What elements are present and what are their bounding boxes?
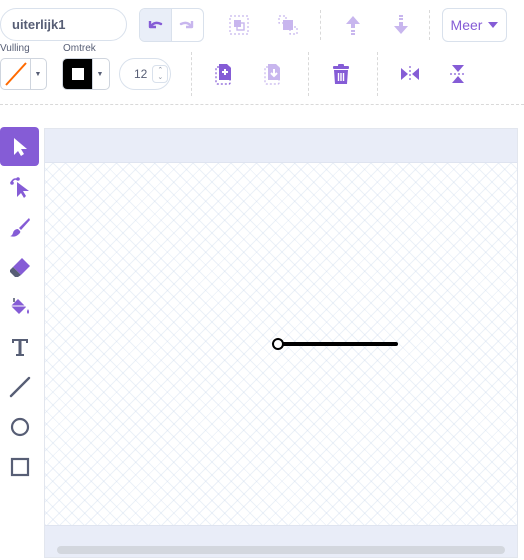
rectangle-icon (10, 457, 29, 476)
stroke-color-picker[interactable]: ▼ (62, 58, 110, 90)
backward-icon (394, 15, 408, 34)
fill-label: Vulling (0, 43, 30, 54)
reshape-icon (9, 176, 29, 198)
delete-button[interactable] (328, 61, 354, 87)
no-fill-icon (4, 62, 27, 86)
trash-icon (333, 64, 349, 84)
more-button[interactable]: Meer (442, 8, 507, 42)
stroke-width-value: 12 (134, 67, 148, 81)
forward-button[interactable] (340, 12, 366, 38)
tool-text[interactable] (0, 327, 39, 366)
undo-button[interactable] (140, 9, 172, 41)
copy-button[interactable] (211, 61, 237, 87)
redo-button[interactable] (172, 9, 203, 41)
undo-redo-group (139, 8, 204, 42)
group-icon (229, 15, 249, 35)
tool-reshape[interactable] (0, 167, 39, 206)
flip-horizontal-button[interactable] (397, 61, 423, 87)
stroke-swatch[interactable] (63, 59, 93, 89)
line-icon (9, 376, 30, 397)
tool-eraser[interactable] (0, 247, 39, 286)
text-icon (11, 338, 28, 356)
chevron-down-icon (488, 22, 499, 28)
stroke-label: Omtrek (63, 43, 96, 54)
copy-icon (215, 64, 231, 85)
canvas-drawing-area[interactable] (45, 163, 518, 525)
select-arrow-icon (13, 137, 27, 156)
fill-swatch[interactable] (1, 59, 31, 89)
toolbar-divider (320, 10, 321, 40)
costume-name-input[interactable]: uiterlijk1 (0, 8, 127, 41)
toolbar-separator (0, 104, 524, 105)
toolbar-divider (191, 52, 192, 96)
redo-icon (180, 21, 194, 29)
paint-canvas[interactable] (44, 128, 518, 558)
brush-icon (9, 217, 30, 237)
tool-select[interactable] (0, 127, 39, 166)
drawn-line-shape[interactable] (45, 163, 518, 525)
toolbar-divider (429, 10, 430, 40)
ungroup-icon (278, 15, 298, 35)
circle-icon (10, 417, 29, 436)
flip-vertical-icon (450, 65, 466, 83)
stroke-width-input[interactable]: 12 ⌃ ⌄ (119, 58, 171, 90)
canvas-top-margin (45, 129, 517, 163)
toolbar-divider (308, 52, 309, 96)
flip-horizontal-icon (401, 66, 419, 82)
fill-color-picker[interactable]: ▼ (0, 58, 47, 90)
tool-fill[interactable] (0, 287, 39, 326)
stroke-width-stepper[interactable]: ⌃ ⌄ (152, 65, 169, 83)
paste-button[interactable] (260, 61, 286, 87)
paste-icon (264, 64, 280, 85)
ungroup-button[interactable] (275, 12, 301, 38)
tool-line[interactable] (0, 367, 39, 406)
line-endpoint-handle[interactable] (272, 338, 284, 350)
tool-rectangle[interactable] (0, 447, 39, 486)
flip-vertical-button[interactable] (445, 61, 471, 87)
forward-icon (346, 16, 360, 35)
chevron-down-icon[interactable]: ▼ (31, 59, 45, 89)
backward-button[interactable] (388, 12, 414, 38)
horizontal-scrollbar[interactable] (57, 546, 505, 554)
stroke-swatch-inner (71, 68, 84, 80)
group-button[interactable] (226, 12, 252, 38)
more-label: Meer (450, 17, 483, 33)
toolbar-divider (377, 52, 378, 96)
undo-icon (149, 21, 163, 29)
eraser-icon (9, 257, 30, 277)
chevron-down-icon[interactable]: ▼ (93, 59, 107, 89)
fill-bucket-icon (10, 297, 29, 314)
tool-brush[interactable] (0, 207, 39, 246)
tool-circle[interactable] (0, 407, 39, 446)
